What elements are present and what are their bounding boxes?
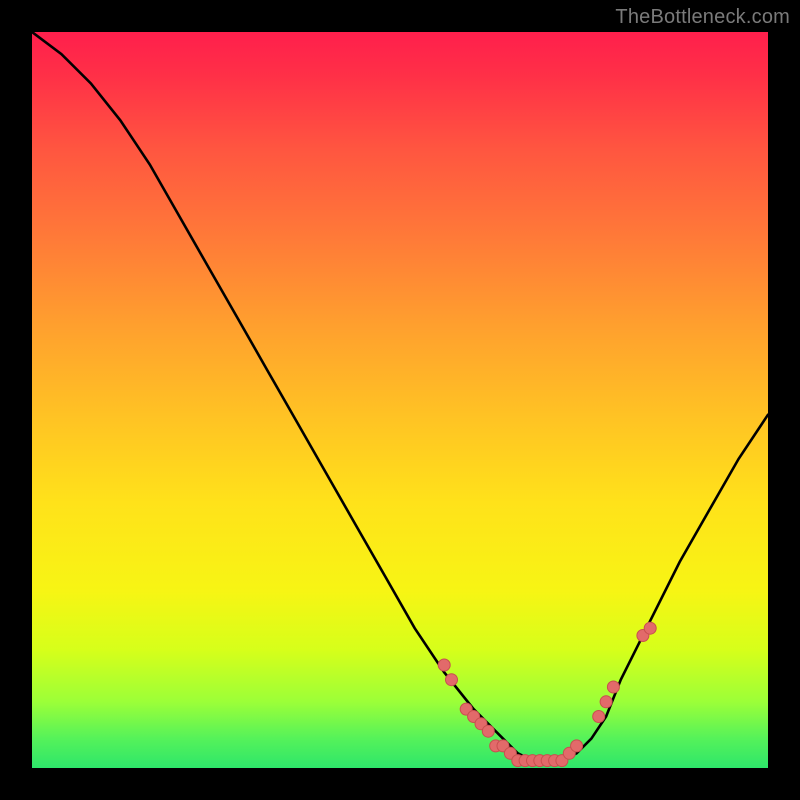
- data-marker: [482, 725, 494, 737]
- data-marker: [600, 696, 612, 708]
- data-marker: [446, 674, 458, 686]
- data-marker: [593, 711, 605, 723]
- data-marker: [571, 740, 583, 752]
- data-markers: [438, 622, 656, 766]
- data-marker: [438, 659, 450, 671]
- chart-svg: [32, 32, 768, 768]
- bottleneck-curve: [32, 32, 768, 761]
- attribution-text: TheBottleneck.com: [615, 6, 790, 29]
- chart-frame: [32, 32, 768, 768]
- data-marker: [644, 622, 656, 634]
- data-marker: [607, 681, 619, 693]
